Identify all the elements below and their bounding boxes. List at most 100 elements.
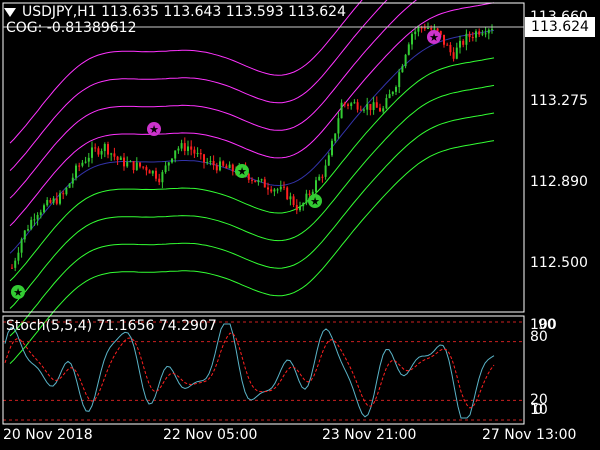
candle-body — [139, 162, 141, 167]
buy-signal-icon: ★ — [11, 285, 25, 299]
symbol-quote-text: USDJPY,H1 113.635 113.643 113.593 113.62… — [22, 4, 346, 20]
candle-body — [145, 167, 148, 171]
stoch-label: Stoch(5,5,4) 71.1656 74.2907 — [6, 318, 217, 334]
candle-body — [391, 91, 394, 95]
buy-signal-icon: ★ — [308, 194, 322, 208]
candle-body — [23, 230, 26, 240]
svg-text:★: ★ — [429, 31, 439, 44]
candle-body — [167, 162, 170, 166]
candle-body — [151, 170, 154, 174]
candle-body — [55, 198, 58, 204]
candle-body — [161, 172, 164, 183]
candle-body — [359, 109, 362, 111]
candle-body — [455, 47, 458, 59]
candle-body — [382, 108, 385, 112]
candle-body — [279, 186, 282, 190]
stoch-signal-line — [4, 332, 495, 409]
candle-body — [446, 44, 449, 46]
time-label-2: 22 Nov 05:00 — [163, 427, 258, 443]
candle-body — [417, 27, 420, 32]
candle-body — [356, 102, 359, 110]
candle-body — [97, 148, 100, 155]
candle-body — [59, 193, 61, 204]
candle-body — [225, 165, 228, 169]
candle-body — [487, 29, 490, 34]
candle-body — [263, 179, 266, 188]
candle-body — [158, 178, 161, 183]
candle-body — [84, 161, 87, 163]
price-label-4: 112.500 — [530, 255, 588, 271]
candle-body — [39, 212, 42, 216]
current-price-box: 113.624 — [525, 17, 595, 37]
symbol-header: USDJPY,H1 113.635 113.643 113.593 113.62… — [4, 4, 346, 20]
candle-body — [94, 147, 97, 149]
candle-body — [395, 87, 397, 92]
candle-body — [363, 109, 365, 111]
candle-body — [119, 157, 122, 160]
candle-body — [129, 161, 132, 163]
candle-body — [113, 153, 116, 157]
cog-indicator-label: COG: -0.81389612 — [6, 20, 137, 36]
candle-body — [164, 165, 167, 173]
lower-band-line-1 — [9, 57, 495, 282]
candle-body — [196, 153, 199, 155]
panel-frames — [2, 2, 525, 425]
main-price-panel: ★ ★ ★ ★ ★ — [9, 0, 495, 364]
candle-body — [423, 27, 426, 29]
candle-body — [257, 179, 260, 183]
candle-body — [49, 199, 52, 203]
candle-body — [81, 162, 84, 166]
candle-body — [251, 179, 253, 181]
candle-body — [302, 203, 305, 207]
candle-body — [475, 31, 477, 38]
candle-body — [132, 161, 135, 170]
candle-body — [20, 239, 23, 253]
candle-body — [289, 196, 292, 200]
time-label-4: 27 Nov 13:00 — [482, 427, 577, 443]
candle-body — [315, 180, 317, 192]
candle-body — [468, 33, 471, 38]
candle-body — [353, 102, 356, 104]
candle-body — [75, 165, 77, 178]
candle-body — [46, 199, 49, 206]
candle-body — [68, 183, 71, 188]
candle-body — [212, 160, 215, 166]
candle-body — [372, 102, 375, 111]
candle-body — [155, 170, 157, 179]
candle-body — [174, 150, 177, 159]
candle-body — [404, 54, 407, 67]
candle-body — [222, 161, 225, 166]
chart-canvas: ★ ★ ★ ★ ★ — [2, 0, 525, 425]
candle-body — [142, 166, 145, 168]
candle-body — [398, 72, 401, 88]
candle-body — [292, 196, 295, 206]
candle-body — [481, 33, 484, 35]
candle-body — [449, 44, 452, 53]
candle-body — [123, 157, 125, 167]
candle-body — [484, 33, 487, 35]
price-label-2: 113.275 — [530, 93, 588, 109]
candle-body — [71, 177, 74, 184]
candle-body — [43, 205, 45, 213]
candle-body — [340, 102, 343, 119]
candle-body — [177, 148, 180, 151]
candle-body — [347, 104, 349, 106]
candle-body — [135, 162, 138, 170]
candle-body — [100, 151, 103, 155]
collapse-triangle-icon[interactable] — [4, 7, 16, 17]
candle-body — [87, 157, 90, 162]
candle-body — [379, 107, 381, 112]
candle-body — [171, 158, 173, 163]
candle-body — [401, 66, 404, 73]
candle-body — [430, 27, 433, 30]
candle-body — [270, 189, 273, 192]
candle-body — [126, 161, 129, 167]
candle-body — [27, 229, 29, 231]
candle-body — [203, 154, 205, 163]
lower-band-line-2 — [9, 84, 495, 309]
candle-body — [206, 162, 209, 164]
candle-body — [14, 260, 17, 268]
candle-body — [187, 146, 189, 151]
cog-center-line — [9, 29, 495, 254]
upper-band-line-1 — [9, 2, 495, 227]
